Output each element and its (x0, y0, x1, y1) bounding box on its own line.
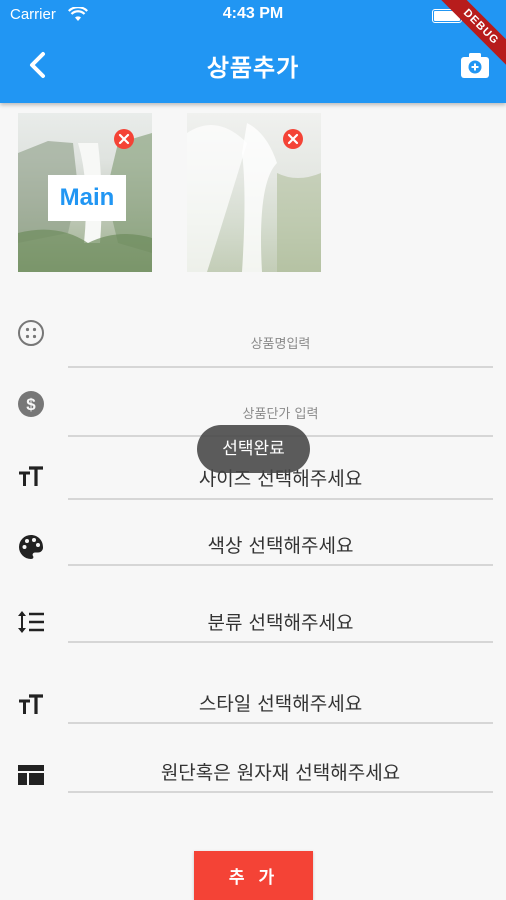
color-select[interactable]: 색상 선택해주세요 (68, 530, 493, 566)
material-select[interactable]: 원단혹은 원자재 선택해주세요 (68, 758, 493, 793)
product-image-2[interactable] (187, 113, 321, 272)
debug-banner: DEBUG (430, 0, 506, 76)
selection-complete-toast: 선택완료 (197, 425, 310, 473)
line-spacing-icon (18, 611, 44, 633)
product-name-input[interactable]: 상품명입력 (68, 326, 493, 368)
radio-button-icon (18, 320, 44, 346)
main-image-badge: Main (48, 175, 126, 221)
product-image-main[interactable]: Main (18, 113, 152, 272)
debug-label: DEBUG (435, 0, 506, 73)
svg-text:$: $ (26, 395, 36, 414)
palette-icon (19, 535, 44, 559)
table-layout-icon (18, 765, 44, 785)
app-bar: Carrier 4:43 PM 상품추가 DEBUG (0, 0, 506, 103)
style-select[interactable]: 스타일 선택해주세요 (68, 688, 493, 724)
text-size-icon (19, 466, 43, 486)
add-product-button[interactable]: 추 가 (194, 851, 313, 900)
remove-circle-icon[interactable] (283, 129, 303, 149)
dollar-circle-icon: $ (18, 391, 44, 417)
remove-circle-icon[interactable] (114, 129, 134, 149)
category-select[interactable]: 분류 선택해주세요 (68, 607, 493, 643)
text-size-icon (19, 694, 43, 714)
